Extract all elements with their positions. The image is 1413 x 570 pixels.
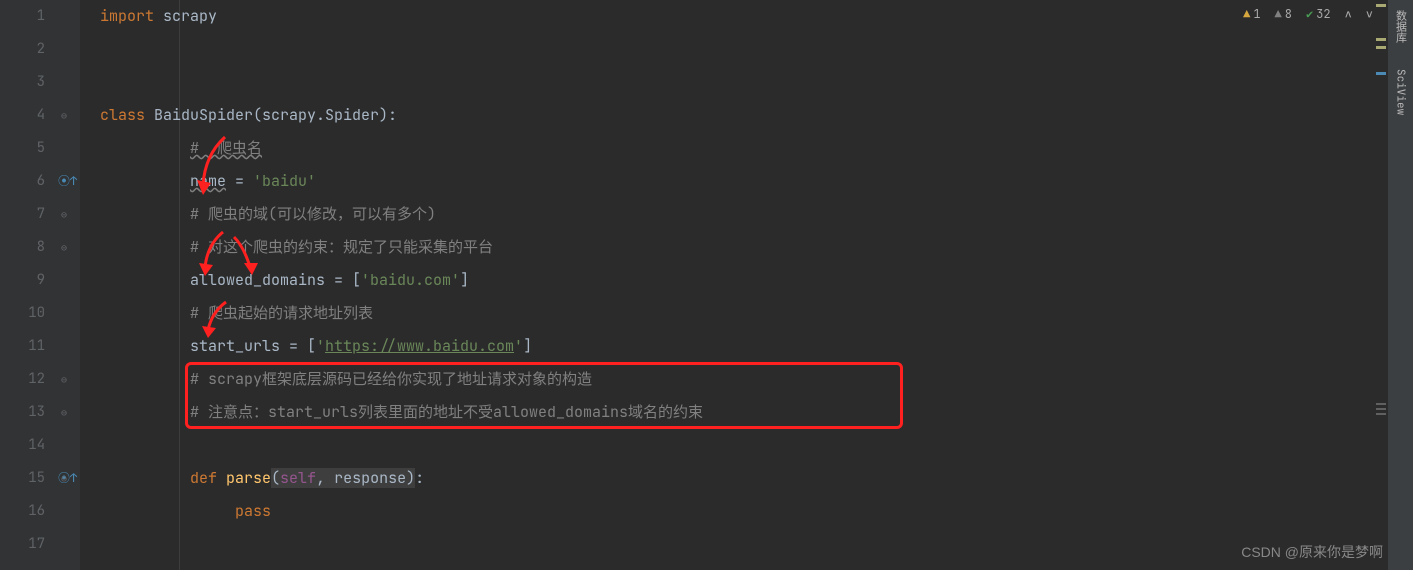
line-number[interactable]: 10 — [0, 297, 45, 330]
line-number[interactable]: 14 — [0, 429, 45, 462]
scrollbar-warning-marker[interactable] — [1376, 46, 1386, 49]
code-line-16[interactable]: pass — [80, 495, 1413, 528]
colon: : — [415, 468, 424, 488]
equals: = — [226, 171, 253, 191]
code-content[interactable]: import scrapy class BaiduSpider(scrapy.S… — [80, 0, 1413, 570]
self-param: self — [280, 468, 316, 488]
scrollbar-marker[interactable] — [1376, 413, 1386, 415]
code-line-17[interactable] — [80, 528, 1413, 561]
chevron-up-icon[interactable]: ∧ — [1345, 6, 1352, 22]
code-line-11[interactable]: start_urls = ['https://www.baidu.com'] — [80, 330, 1413, 363]
line-number[interactable]: 3 — [0, 66, 45, 99]
warning-count[interactable]: ▲1 — [1243, 6, 1260, 22]
weak-warning-triangle-icon: ▲ — [1275, 6, 1282, 22]
comment: # 对这个爬虫的约束：规定了只能采集的平台 — [190, 237, 493, 257]
scrollbar-marker[interactable] — [1376, 403, 1386, 405]
var-assign: start_urls = [ — [190, 336, 316, 356]
code-line-15[interactable]: def parse(self, response): — [80, 462, 1413, 495]
line-number[interactable]: 9 — [0, 264, 45, 297]
url-link[interactable]: https://www.baidu.com — [325, 336, 514, 356]
code-line-9[interactable]: allowed_domains = ['baidu.com'] — [80, 264, 1413, 297]
override-marker-icon[interactable]: ⦿↑ — [58, 165, 77, 198]
fold-gutter: ⊖ ⦿↑ ⊖ ⊖ ⊖ ⊖ ⦿↑ ⊖ — [55, 0, 80, 570]
string-literal: 'baidu.com' — [361, 270, 460, 290]
warning-triangle-icon: ▲ — [1243, 6, 1250, 22]
line-number[interactable]: 8 — [0, 231, 45, 264]
line-number[interactable]: 1 — [0, 0, 45, 33]
csdn-watermark: CSDN @原来你是梦啊 — [1241, 542, 1383, 562]
paren: ( — [271, 468, 280, 488]
weak-warning-count[interactable]: ▲8 — [1275, 6, 1292, 22]
line-number[interactable]: 17 — [0, 528, 45, 561]
string-literal: 'baidu' — [253, 171, 316, 191]
line-number[interactable]: 12 — [0, 363, 45, 396]
param: , response — [316, 468, 406, 488]
scrollbar-marker[interactable] — [1376, 408, 1386, 410]
var-name: name — [190, 171, 226, 191]
fold-open-icon[interactable]: ⊖ — [61, 462, 67, 495]
comment: # scrapy框架底层源码已经给你实现了地址请求对象的构造 — [190, 369, 592, 389]
paren: ) — [406, 468, 415, 488]
scrollbar-info-marker[interactable] — [1376, 72, 1386, 75]
code-line-4[interactable]: class BaiduSpider(scrapy.Spider): — [80, 99, 1413, 132]
line-number[interactable]: 6 — [0, 165, 45, 198]
fold-open-icon[interactable]: ⊖ — [61, 99, 67, 132]
line-number[interactable]: 13 — [0, 396, 45, 429]
class-definition: BaiduSpider(scrapy.Spider): — [145, 105, 397, 125]
code-line-3[interactable] — [80, 66, 1413, 99]
line-number[interactable]: 15 — [0, 462, 45, 495]
inspection-status-bar: ▲1 ▲8 ✔32 ∧ ∨ — [1243, 6, 1373, 22]
database-tool-tab[interactable]: 数据库 — [1390, 0, 1412, 53]
chevron-down-icon[interactable]: ∨ — [1366, 6, 1373, 22]
code-line-7[interactable]: # 爬虫的域(可以修改，可以有多个) — [80, 198, 1413, 231]
line-number[interactable]: 2 — [0, 33, 45, 66]
line-number[interactable]: 7 — [0, 198, 45, 231]
line-number[interactable]: 5 — [0, 132, 45, 165]
code-line-6[interactable]: name = 'baidu' — [80, 165, 1413, 198]
comment: # 爬虫起始的请求地址列表 — [190, 303, 373, 323]
keyword-import: import — [100, 6, 154, 26]
function-name: parse — [217, 468, 271, 488]
code-line-12[interactable]: # scrapy框架底层源码已经给你实现了地址请求对象的构造 — [80, 363, 1413, 396]
check-icon: ✔ — [1306, 6, 1313, 22]
line-number-gutter: 1 2 3 4 5 6 7 8 9 10 11 12 13 14 15 16 1… — [0, 0, 55, 570]
line-number[interactable]: 11 — [0, 330, 45, 363]
comment: # 爬虫名 — [190, 138, 262, 158]
fold-open-icon[interactable]: ⊖ — [61, 198, 67, 231]
quote: ' — [514, 336, 523, 356]
fold-open-icon[interactable]: ⊖ — [61, 363, 67, 396]
code-line-2[interactable] — [80, 33, 1413, 66]
fold-close-icon[interactable]: ⊖ — [61, 231, 67, 264]
bracket: ] — [523, 336, 532, 356]
sciview-tool-tab[interactable]: SciView — [1391, 59, 1411, 125]
keyword-pass: pass — [235, 501, 271, 521]
code-line-1[interactable]: import scrapy — [80, 0, 1413, 33]
line-number[interactable]: 16 — [0, 495, 45, 528]
quote: ' — [316, 336, 325, 356]
scrollbar-warning-marker[interactable] — [1376, 4, 1386, 7]
comment: # 注意点：start_urls列表里面的地址不受allowed_domains… — [190, 402, 703, 422]
comment: # 爬虫的域(可以修改，可以有多个) — [190, 204, 436, 224]
keyword-def: def — [190, 468, 217, 488]
code-line-14[interactable] — [80, 429, 1413, 462]
bracket: ] — [460, 270, 469, 290]
line-number[interactable]: 4 — [0, 99, 45, 132]
code-line-8[interactable]: # 对这个爬虫的约束：规定了只能采集的平台 — [80, 231, 1413, 264]
fold-close-icon[interactable]: ⊖ — [61, 396, 67, 429]
typo-count[interactable]: ✔32 — [1306, 6, 1331, 22]
code-line-5[interactable]: # 爬虫名 — [80, 132, 1413, 165]
right-tool-window-tabs: 数据库 SciView — [1388, 0, 1413, 570]
code-editor: 1 2 3 4 5 6 7 8 9 10 11 12 13 14 15 16 1… — [0, 0, 1413, 570]
code-line-13[interactable]: # 注意点：start_urls列表里面的地址不受allowed_domains… — [80, 396, 1413, 429]
scrollbar-warning-marker[interactable] — [1376, 38, 1386, 41]
var-assign: allowed_domains = [ — [190, 270, 361, 290]
keyword-class: class — [100, 105, 145, 125]
code-line-10[interactable]: # 爬虫起始的请求地址列表 — [80, 297, 1413, 330]
module-name: scrapy — [154, 6, 217, 26]
